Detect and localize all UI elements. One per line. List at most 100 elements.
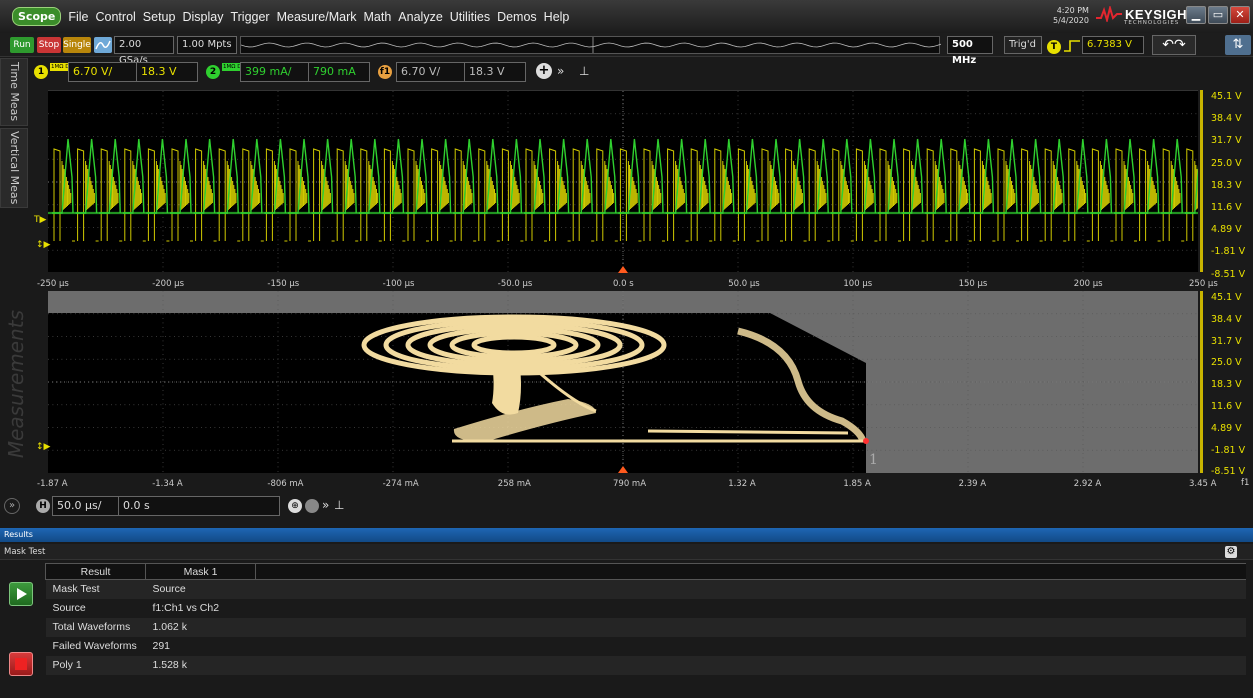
axis-label: 45.1 V: [1211, 292, 1242, 303]
f1-badge[interactable]: f1: [378, 65, 392, 79]
add-channel-button[interactable]: +: [536, 63, 552, 79]
time-scale-field[interactable]: 50.0 µs/: [52, 496, 122, 516]
column-header-mask-1[interactable]: Mask 1: [145, 563, 256, 580]
column-header-result[interactable]: Result: [45, 563, 146, 580]
results-panel-header[interactable]: Results: [0, 528, 1253, 542]
row-label: Failed Waveforms: [52, 640, 137, 652]
results-title: Results: [4, 530, 33, 539]
menu-help[interactable]: Help: [544, 10, 570, 24]
brand-subtitle: TECHNOLOGIES: [1124, 20, 1180, 26]
run-button[interactable]: Run: [10, 37, 34, 53]
ch1-scale-field[interactable]: 6.70 V/: [68, 62, 138, 82]
expand-channels-button[interactable]: »: [557, 64, 564, 78]
row-label: Total Waveforms: [45, 617, 146, 637]
ch1-ground-marker[interactable]: T▶: [34, 215, 46, 225]
autoscale-button[interactable]: [94, 37, 112, 53]
rising-edge-icon[interactable]: [1064, 39, 1080, 53]
toolbar: Run Stop Single 2.00 GSa/s 1.00 Mpts 500…: [0, 33, 1253, 66]
expand-left-button[interactable]: »: [4, 498, 20, 514]
navigate-button[interactable]: [305, 499, 319, 513]
clock-time: 4:20 PM: [1056, 6, 1089, 15]
menu-demos[interactable]: Demos: [497, 10, 537, 24]
zoom-button[interactable]: ⊕: [288, 499, 302, 513]
stop-button[interactable]: Stop: [37, 37, 61, 53]
f1-ground-marker[interactable]: ↕▶: [36, 442, 50, 452]
ch1-offset-field[interactable]: 18.3 V: [136, 62, 198, 82]
row-value: 1.062 k: [145, 617, 256, 637]
ch1-badge[interactable]: 1: [34, 65, 48, 79]
axis-label: 1.85 A: [843, 479, 871, 489]
xy-plot[interactable]: [48, 291, 1198, 473]
ch2-scale-field[interactable]: 399 mA/: [240, 62, 310, 82]
axis-label: 11.6 V: [1211, 202, 1242, 213]
undo-redo-button[interactable]: ↶↷: [1152, 35, 1196, 55]
axis-label: -200 µs: [152, 279, 185, 289]
axis-label: 38.4 V: [1211, 113, 1242, 125]
menu-file[interactable]: File: [68, 10, 88, 24]
trigger-status[interactable]: Trig'd: [1004, 36, 1042, 54]
tab-time-meas[interactable]: Time Meas: [0, 58, 28, 126]
double-chevron-icon: »: [322, 498, 330, 512]
clock: 4:20 PM 5/4/2020: [1053, 6, 1089, 26]
axis-label: 18.3 V: [1211, 179, 1242, 191]
horizontal-badge[interactable]: H: [36, 499, 50, 513]
mask-stop-button[interactable]: [9, 652, 33, 676]
mask-test-title: Mask Test: [4, 547, 46, 557]
axis-label: 11.6 V: [1211, 401, 1242, 412]
menu-trigger[interactable]: Trigger: [230, 10, 269, 24]
axis-label: 258 mA: [497, 479, 531, 489]
memory-depth-field[interactable]: 1.00 Mpts: [177, 36, 237, 54]
clock-date: 5/4/2020: [1053, 16, 1089, 25]
redo-icon: ↷: [1174, 37, 1186, 53]
axis-label: 250 µs: [1189, 279, 1218, 289]
axis-label: -1.87 A: [37, 479, 68, 489]
minimize-button[interactable]: ▁: [1186, 6, 1206, 24]
single-button[interactable]: Single: [63, 37, 91, 53]
mask-marker-label: 1: [869, 452, 878, 468]
f1-scale-field[interactable]: 6.70 V/: [396, 62, 466, 82]
axis-label: 2.39 A: [958, 479, 987, 489]
sample-rate-field[interactable]: 2.00 GSa/s: [114, 36, 174, 66]
menu-setup[interactable]: Setup: [143, 10, 176, 24]
menu-math[interactable]: Math: [364, 10, 392, 24]
results-settings-button[interactable]: ⚙: [1225, 546, 1237, 558]
ch2-offset-field[interactable]: 790 mA: [308, 62, 370, 82]
menu-utilities[interactable]: Utilities: [450, 10, 490, 24]
minimize-icon: ▁: [1191, 8, 1201, 21]
menu-display[interactable]: Display: [182, 10, 223, 24]
table-row: Poly 1 1.528 k: [45, 655, 1246, 675]
expand-horizontal-button[interactable]: »: [322, 498, 329, 512]
axis-label: 31.7 V: [1211, 135, 1242, 147]
waveform-overview[interactable]: [240, 36, 942, 54]
keysight-wave-icon: [1096, 6, 1122, 22]
menu-analyze[interactable]: Analyze: [398, 10, 442, 24]
trigger-level-field[interactable]: 6.7383 V: [1082, 36, 1144, 54]
tab-vertical-meas[interactable]: Vertical Meas: [0, 128, 28, 208]
time-position-field[interactable]: 0.0 s: [118, 496, 280, 516]
bandwidth-field[interactable]: 500 MHz: [947, 36, 993, 66]
measurements-watermark: Measurements: [4, 310, 28, 459]
ch2-badge[interactable]: 2: [206, 65, 220, 79]
mask-test-header[interactable]: Mask Test ⚙: [0, 544, 1253, 560]
axis-label: -274 mA: [382, 479, 419, 489]
stop-icon: [15, 658, 27, 670]
row-label: Source: [52, 602, 86, 614]
trigger-channel-badge: T: [1047, 40, 1061, 54]
row-label: Mask Test: [45, 579, 146, 599]
ch2-ground-marker[interactable]: ↕▶: [36, 240, 50, 250]
pin-horizontal-button[interactable]: ⊥: [334, 498, 344, 512]
time-domain-plot[interactable]: [48, 90, 1208, 273]
axis-label: 100 µs: [843, 279, 873, 289]
f1-offset-field[interactable]: 18.3 V: [464, 62, 526, 82]
mask-run-button[interactable]: [9, 582, 33, 606]
axis-label: 790 mA: [613, 479, 647, 489]
pin-toolbar-button[interactable]: ⊥: [579, 64, 589, 78]
menu-measure-mark[interactable]: Measure/Mark: [277, 10, 357, 24]
close-button[interactable]: ✕: [1230, 6, 1250, 24]
scope-logo[interactable]: Scope: [12, 7, 62, 26]
row-value: 1.528 k: [145, 655, 256, 675]
menu-control[interactable]: Control: [96, 10, 136, 24]
restore-button[interactable]: ▭: [1208, 6, 1228, 24]
axis-label: -250 µs: [37, 279, 69, 289]
auto-scale-button[interactable]: ⇅: [1225, 35, 1251, 55]
